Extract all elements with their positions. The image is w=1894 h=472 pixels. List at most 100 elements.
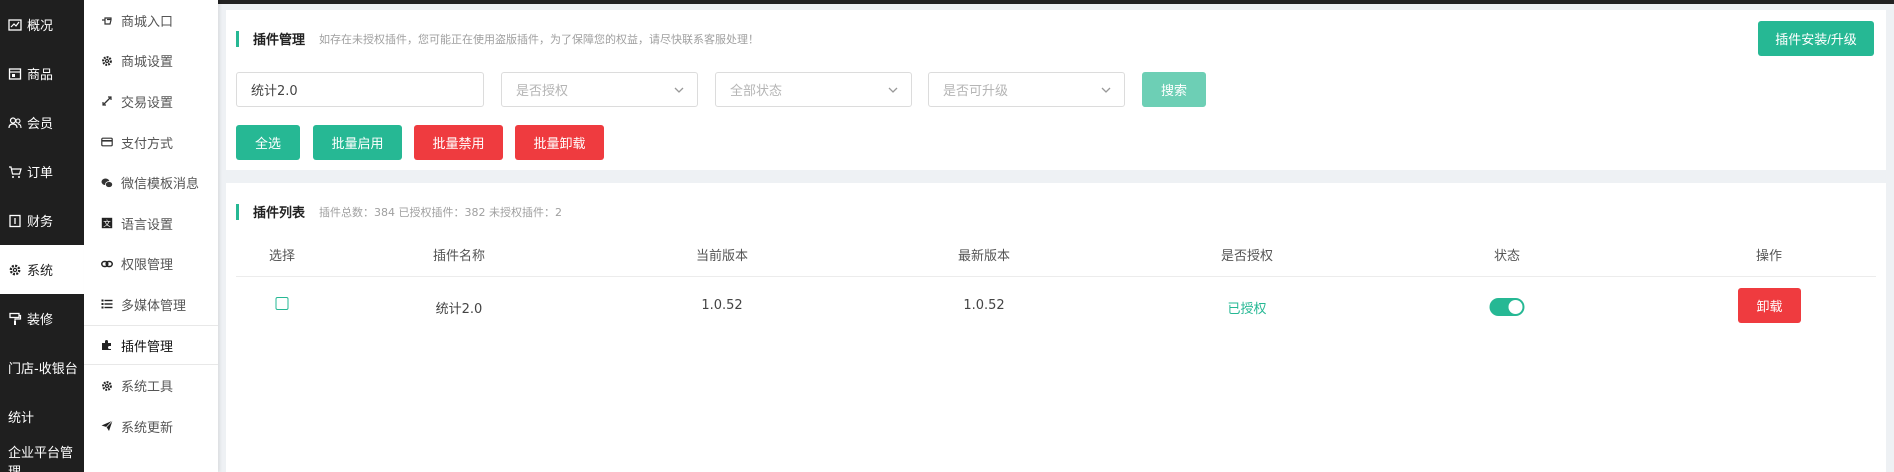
submenu-item-label: 商城入口 bbox=[121, 14, 174, 30]
hand-pointer-icon bbox=[101, 14, 113, 26]
current-version: 1.0.52 bbox=[701, 298, 743, 313]
submenu-item-wechat-template[interactable]: 微信模板消息 bbox=[84, 162, 218, 203]
authorization-status: 已授权 bbox=[1227, 302, 1267, 317]
column-header-latest-version: 最新版本 bbox=[957, 249, 1011, 264]
authorized-select[interactable]: 是否授权 bbox=[501, 72, 698, 107]
submenu-item-mall-entry[interactable]: 商城入口 bbox=[84, 0, 218, 41]
nav-item-system[interactable]: 系统 bbox=[0, 245, 84, 294]
svg-text:文: 文 bbox=[103, 218, 111, 228]
submenu-item-label: 系统更新 bbox=[121, 420, 174, 436]
batch-disable-button[interactable]: 批量禁用 bbox=[414, 125, 503, 160]
credit-card-icon bbox=[101, 136, 113, 148]
submenu-item-language[interactable]: 文 语言设置 bbox=[84, 203, 218, 244]
submenu-item-system-update[interactable]: 系统更新 bbox=[84, 406, 218, 447]
nav-item-overview[interactable]: 概况 bbox=[0, 0, 84, 49]
latest-version: 1.0.52 bbox=[963, 298, 1005, 313]
goods-icon bbox=[8, 67, 22, 81]
column-header-select: 选择 bbox=[268, 249, 296, 264]
nav-item-finance[interactable]: 财务 bbox=[0, 196, 84, 245]
submenu-item-permissions[interactable]: 权限管理 bbox=[84, 244, 218, 285]
nav-item-label: 统计 bbox=[8, 411, 35, 426]
system-submenu: 商城入口 商城设置 交易设置 支付方式 微信模板消息 文 语言设置 权限管理 多… bbox=[84, 0, 218, 472]
submenu-item-label: 交易设置 bbox=[121, 95, 174, 111]
submenu-item-media[interactable]: 多媒体管理 bbox=[84, 284, 218, 325]
chart-icon bbox=[8, 18, 22, 32]
column-header-authorized: 是否授权 bbox=[1220, 249, 1274, 264]
nav-item-label: 会员 bbox=[27, 117, 54, 132]
submenu-item-payment[interactable]: 支付方式 bbox=[84, 122, 218, 163]
search-button[interactable]: 搜索 bbox=[1142, 72, 1206, 107]
table-header-divider bbox=[236, 276, 1876, 277]
column-header-current-version: 当前版本 bbox=[695, 249, 749, 264]
plugin-management-panel: 插件管理 如存在未授权插件，您可能正在使用盗版插件，为了保障您的权益，请尽快联系… bbox=[226, 10, 1886, 170]
plugin-list-panel: 插件列表 插件总数：384 已授权插件：382 未授权插件：2 选择 插件名称 … bbox=[226, 183, 1886, 472]
title-accent-bar bbox=[236, 203, 239, 220]
upgradable-select[interactable]: 是否可升级 bbox=[928, 72, 1125, 107]
select-placeholder: 全部状态 bbox=[730, 84, 783, 99]
nav-item-label: 门店-收银台 bbox=[8, 362, 78, 377]
title-accent-bar bbox=[236, 30, 239, 47]
plugin-stats: 插件总数：384 已授权插件：382 未授权插件：2 bbox=[319, 205, 562, 219]
top-bar bbox=[218, 0, 1894, 4]
main-nav: 概况 商品 会员 订单 财务 系统 装修 门店-收银台 统计 企业平台管理 bbox=[0, 0, 84, 472]
gear-icon bbox=[101, 55, 113, 67]
toggle-knob bbox=[1508, 300, 1523, 314]
exchange-icon bbox=[101, 95, 113, 107]
submenu-item-trade-settings[interactable]: 交易设置 bbox=[84, 81, 218, 122]
chevron-down-icon bbox=[674, 87, 684, 93]
nav-item-label: 装修 bbox=[27, 313, 54, 328]
batch-enable-button[interactable]: 批量启用 bbox=[313, 125, 402, 160]
submenu-item-label: 插件管理 bbox=[121, 339, 174, 355]
panel-title: 插件管理 bbox=[253, 33, 306, 48]
column-header-action: 操作 bbox=[1755, 249, 1783, 264]
nav-item-store-cashier[interactable]: 门店-收银台 bbox=[0, 343, 84, 392]
nav-item-enterprise[interactable]: 企业平台管理 bbox=[0, 441, 84, 472]
nav-item-statistics[interactable]: 统计 bbox=[0, 392, 84, 441]
nav-item-label: 概况 bbox=[27, 19, 54, 34]
keyword-input[interactable]: 统计2.0 bbox=[236, 72, 484, 107]
panel-title-row: 插件管理 如存在未授权插件，您可能正在使用盗版插件，为了保障您的权益，请尽快联系… bbox=[236, 29, 759, 48]
finance-icon bbox=[8, 214, 22, 228]
submenu-item-label: 权限管理 bbox=[121, 258, 174, 274]
column-header-status: 状态 bbox=[1493, 249, 1521, 264]
nav-item-label: 商品 bbox=[27, 68, 54, 83]
uninstall-button[interactable]: 卸载 bbox=[1738, 288, 1801, 323]
users-icon bbox=[8, 116, 22, 130]
chevron-down-icon bbox=[888, 87, 898, 93]
nav-item-decoration[interactable]: 装修 bbox=[0, 294, 84, 343]
submenu-item-label: 商城设置 bbox=[121, 55, 174, 71]
brush-icon bbox=[8, 312, 22, 326]
column-header-name: 插件名称 bbox=[432, 249, 486, 264]
nav-item-goods[interactable]: 商品 bbox=[0, 49, 84, 98]
select-placeholder: 是否可升级 bbox=[943, 84, 1009, 99]
submenu-item-label: 系统工具 bbox=[121, 380, 174, 396]
gear-icon bbox=[101, 380, 113, 392]
link-icon bbox=[101, 258, 113, 270]
status-toggle[interactable] bbox=[1489, 298, 1525, 316]
nav-item-label: 企业平台管理 bbox=[8, 446, 74, 472]
install-upgrade-button[interactable]: 插件安装/升级 bbox=[1758, 21, 1874, 56]
nav-item-members[interactable]: 会员 bbox=[0, 98, 84, 147]
panel-title-row: 插件列表 插件总数：384 已授权插件：382 未授权插件：2 bbox=[236, 202, 562, 221]
list-icon bbox=[101, 298, 113, 310]
nav-item-label: 财务 bbox=[27, 215, 54, 230]
select-all-button[interactable]: 全选 bbox=[236, 125, 300, 160]
panel-title: 插件列表 bbox=[253, 206, 306, 221]
submenu-item-system-tools[interactable]: 系统工具 bbox=[84, 365, 218, 406]
submenu-item-plugins[interactable]: 插件管理 bbox=[84, 324, 218, 366]
nav-item-label: 系统 bbox=[27, 264, 54, 279]
plugin-name: 统计2.0 bbox=[435, 302, 483, 317]
puzzle-icon bbox=[101, 339, 113, 351]
paper-plane-icon bbox=[101, 420, 113, 432]
submenu-item-label: 多媒体管理 bbox=[121, 298, 187, 314]
submenu-item-label: 微信模板消息 bbox=[121, 177, 200, 193]
cart-icon bbox=[8, 165, 22, 179]
nav-item-label: 订单 bbox=[27, 166, 54, 181]
wechat-icon bbox=[101, 177, 113, 189]
nav-item-orders[interactable]: 订单 bbox=[0, 147, 84, 196]
batch-uninstall-button[interactable]: 批量卸载 bbox=[515, 125, 604, 160]
gear-icon bbox=[8, 263, 22, 277]
row-select-checkbox[interactable] bbox=[275, 297, 289, 310]
status-select[interactable]: 全部状态 bbox=[715, 72, 912, 107]
submenu-item-mall-settings[interactable]: 商城设置 bbox=[84, 41, 218, 82]
